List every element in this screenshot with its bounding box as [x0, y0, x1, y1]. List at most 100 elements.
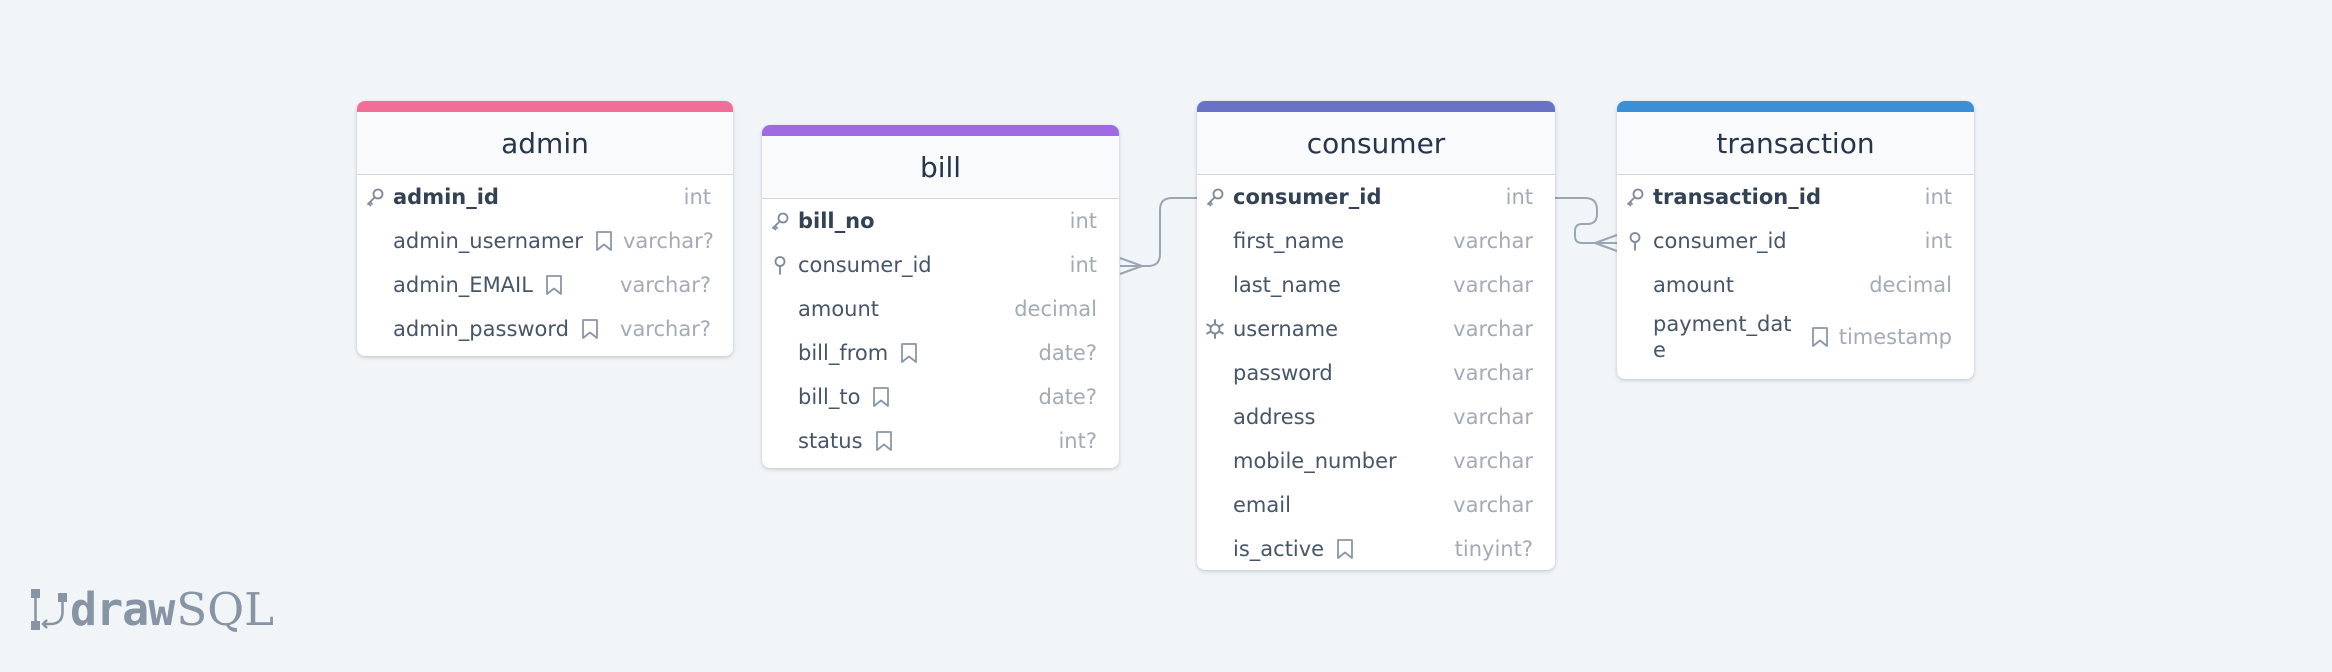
column-type: int — [1505, 185, 1533, 209]
column-type: timestamp — [1838, 325, 1952, 349]
bookmark-icon[interactable] — [581, 318, 599, 340]
table-accent-bar — [762, 125, 1119, 136]
table-consumer[interactable]: consumer consumer_id int first_name varchar l… — [1197, 101, 1555, 570]
column-type: tinyint? — [1454, 537, 1533, 561]
column-name: payment_date — [1653, 312, 1792, 362]
column-type: varchar — [1453, 361, 1533, 385]
column-type: int — [1924, 229, 1952, 253]
column-row-first_name[interactable]: first_name varchar — [1197, 219, 1555, 263]
column-name: consumer_id — [1653, 229, 1787, 253]
column-type: int — [1069, 209, 1097, 233]
column-type: varchar? — [620, 317, 711, 341]
column-name: last_name — [1233, 273, 1341, 297]
table-name[interactable]: admin — [357, 112, 733, 175]
diagram-canvas[interactable]: admin admin_id int admin_usernamer varchar? a… — [0, 0, 2332, 672]
column-name: admin_EMAIL — [393, 273, 533, 297]
column-name: mobile_number — [1233, 449, 1397, 473]
table-admin[interactable]: admin admin_id int admin_usernamer varchar? a… — [357, 101, 733, 356]
drawsql-logo: draw SQL — [30, 583, 274, 636]
column-type: varchar? — [620, 273, 711, 297]
table-name[interactable]: consumer — [1197, 112, 1555, 175]
table-bill[interactable]: bill bill_no int consumer_id int amount decima… — [762, 125, 1119, 468]
column-row-password[interactable]: password varchar — [1197, 351, 1555, 395]
column-row-address[interactable]: address varchar — [1197, 395, 1555, 439]
crowfoot-transaction — [1594, 234, 1618, 252]
column-type: date? — [1038, 341, 1098, 365]
column-name: address — [1233, 405, 1316, 429]
table-accent-bar — [357, 101, 733, 112]
column-type: varchar? — [622, 229, 714, 253]
column-row-status[interactable]: status int? — [762, 419, 1119, 463]
column-type: decimal — [1014, 297, 1097, 321]
logo-text-draw: draw — [70, 583, 175, 636]
table-accent-bar — [1197, 101, 1555, 112]
column-row-amount[interactable]: amount decimal — [762, 287, 1119, 331]
table-name[interactable]: bill — [762, 136, 1119, 199]
column-row-admin_usernamer[interactable]: admin_usernamer varchar? — [357, 219, 733, 263]
column-name: amount — [798, 297, 880, 321]
table-name[interactable]: transaction — [1617, 112, 1974, 175]
bookmark-icon[interactable] — [1811, 326, 1829, 348]
table-accent-bar — [1617, 101, 1974, 112]
column-type: varchar — [1453, 317, 1533, 341]
pin-icon — [1617, 231, 1653, 251]
column-name: bill_from — [798, 341, 889, 365]
column-row-admin_EMAIL[interactable]: admin_EMAIL varchar? — [357, 263, 733, 307]
crowfoot-bill — [1119, 257, 1143, 275]
column-row-email[interactable]: email varchar — [1197, 483, 1555, 527]
column-name: email — [1233, 493, 1291, 517]
column-type: int? — [1058, 429, 1097, 453]
column-type: varchar — [1453, 449, 1533, 473]
bookmark-icon[interactable] — [545, 274, 563, 296]
key-icon — [1617, 187, 1653, 207]
column-row-consumer_id[interactable]: consumer_id int — [1617, 219, 1974, 263]
column-row-consumer_id[interactable]: consumer_id int — [1197, 175, 1555, 219]
bookmark-icon[interactable] — [872, 386, 890, 408]
column-name: bill_no — [798, 209, 875, 233]
column-row-admin_id[interactable]: admin_id int — [357, 175, 733, 219]
column-row-bill_no[interactable]: bill_no int — [762, 199, 1119, 243]
column-row-bill_from[interactable]: bill_from date? — [762, 331, 1119, 375]
bookmark-icon[interactable] — [875, 430, 893, 452]
logo-text-sql: SQL — [176, 583, 274, 636]
column-name: amount — [1653, 273, 1735, 297]
column-row-is_active[interactable]: is_active tinyint? — [1197, 527, 1555, 570]
bookmark-icon[interactable] — [595, 230, 613, 252]
column-row-transaction_id[interactable]: transaction_id int — [1617, 175, 1974, 219]
column-row-mobile_number[interactable]: mobile_number varchar — [1197, 439, 1555, 483]
column-name: status — [798, 429, 863, 453]
column-name: bill_to — [798, 385, 861, 409]
column-name: admin_password — [393, 317, 569, 341]
table-transaction[interactable]: transaction transaction_id int consumer_id i… — [1617, 101, 1974, 379]
column-row-last_name[interactable]: last_name varchar — [1197, 263, 1555, 307]
column-type: int — [1069, 253, 1097, 277]
column-name: password — [1233, 361, 1333, 385]
column-type: int — [1924, 185, 1952, 209]
column-row-bill_to[interactable]: bill_to date? — [762, 375, 1119, 419]
column-name: admin_usernamer — [393, 229, 583, 253]
relation-consumer-bill[interactable] — [1122, 197, 1197, 267]
column-type: date? — [1038, 385, 1098, 409]
column-name: username — [1233, 317, 1338, 341]
column-name: is_active — [1233, 537, 1325, 561]
column-type: varchar — [1453, 493, 1533, 517]
column-row-admin_password[interactable]: admin_password varchar? — [357, 307, 733, 351]
column-name: consumer_id — [798, 253, 932, 277]
column-row-consumer_id[interactable]: consumer_id int — [762, 243, 1119, 287]
column-name: transaction_id — [1653, 185, 1821, 209]
relation-consumer-transaction[interactable] — [1555, 197, 1615, 244]
bookmark-icon[interactable] — [900, 342, 918, 364]
column-name: admin_id — [393, 185, 499, 209]
key-icon — [1197, 187, 1233, 207]
column-row-amount[interactable]: amount decimal — [1617, 263, 1974, 307]
key-icon — [762, 211, 798, 231]
column-type: varchar — [1453, 273, 1533, 297]
column-type: decimal — [1869, 273, 1952, 297]
pin-icon — [762, 255, 798, 275]
bookmark-icon[interactable] — [1336, 538, 1354, 560]
column-name: consumer_id — [1233, 185, 1382, 209]
column-name: first_name — [1233, 229, 1345, 253]
column-row-payment_date[interactable]: payment_date timestamp — [1617, 307, 1974, 367]
column-row-username[interactable]: username varchar — [1197, 307, 1555, 351]
column-type: varchar — [1453, 405, 1533, 429]
